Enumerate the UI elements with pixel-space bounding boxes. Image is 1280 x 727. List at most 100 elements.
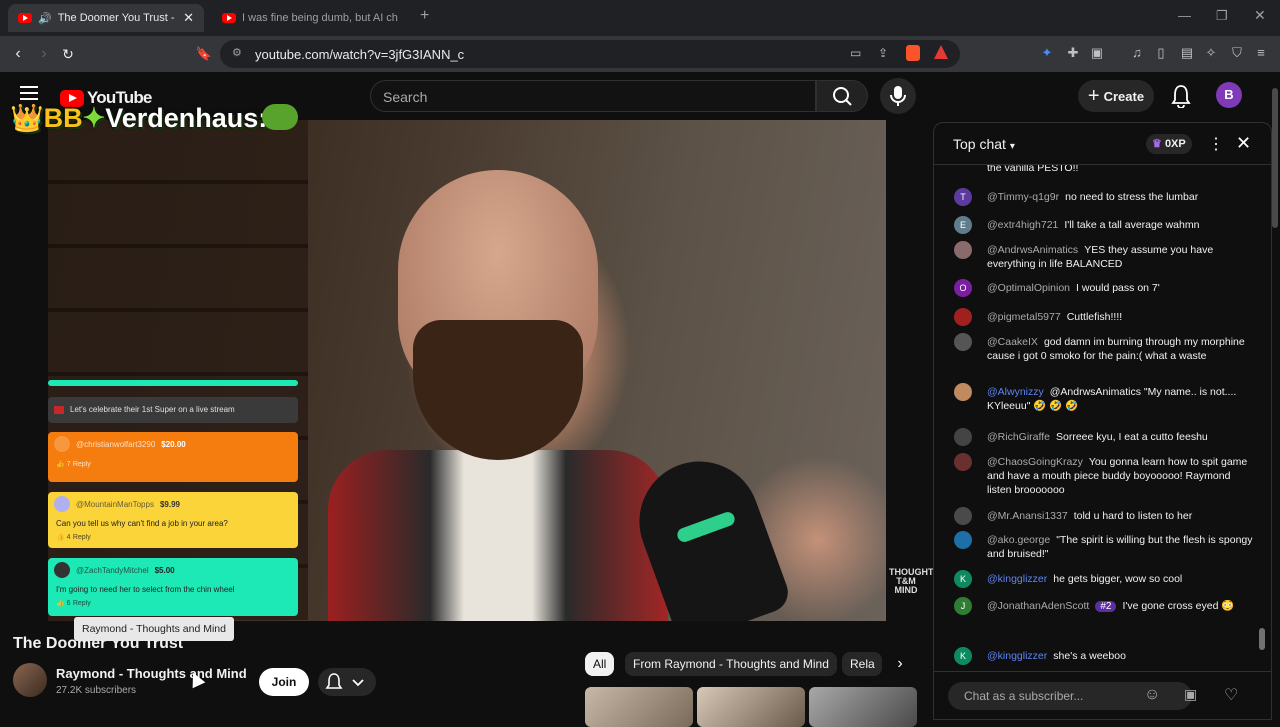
chip-all[interactable]: All (585, 652, 615, 676)
chat-author-name[interactable]: @AndrwsAnimatics (987, 244, 1078, 256)
search-input[interactable]: Search (370, 80, 816, 112)
forward-icon[interactable]: › (34, 44, 54, 64)
chat-message-list: the vanilla PESTO!! T @Timmy-q1g9r no need… (934, 165, 1271, 665)
new-tab-icon[interactable]: + (420, 8, 436, 24)
chat-scrollbar-thumb[interactable] (1259, 628, 1265, 650)
chat-author-avatar[interactable]: T (954, 188, 972, 206)
vpn-icon[interactable]: ✦ (1038, 44, 1056, 62)
chip-related[interactable]: Rela (842, 652, 882, 676)
chat-message-text: she's a weeboo (1053, 650, 1126, 662)
chevron-down-icon: ▾ (1009, 141, 1015, 152)
superchat-banner-text: Let's celebrate their 1st Super on a liv… (70, 405, 235, 414)
subscription-bell-button[interactable] (318, 668, 376, 696)
bookmark-icon[interactable]: 🔖 (194, 44, 214, 64)
channel-name[interactable]: Raymond - Thoughts and Mind (56, 666, 247, 681)
chat-author-name[interactable]: @JonathanAdenScott (987, 600, 1089, 612)
superchat-card: @christianwolfart3290 $20.00 👍 7 Reply (48, 432, 298, 482)
super-chat-icon[interactable]: ▣ (1184, 686, 1197, 703)
hamburger-menu-icon[interactable] (20, 86, 38, 100)
chat-author-name[interactable]: @RichGiraffe (987, 431, 1050, 443)
chat-author-avatar[interactable] (954, 308, 972, 326)
search-icon (833, 87, 852, 106)
youtube-favicon-icon (222, 13, 236, 23)
maximize-icon[interactable]: ❐ (1216, 8, 1228, 24)
chat-author-name[interactable]: @Timmy-q1g9r (987, 191, 1059, 203)
search-button[interactable] (816, 80, 868, 112)
chat-scrollbar[interactable] (1259, 171, 1265, 651)
chat-author-avatar[interactable]: J (954, 597, 972, 615)
browser-tab-inactive[interactable]: I was fine being dumb, but AI changed (212, 4, 408, 32)
channel-avatar[interactable] (13, 663, 47, 697)
bell-icon (325, 673, 343, 689)
voice-search-button[interactable] (880, 78, 916, 114)
chat-author-name[interactable]: @extr4high721 (987, 219, 1058, 231)
chat-author-avatar[interactable]: O (954, 279, 972, 297)
chat-author-avatar[interactable] (954, 507, 972, 525)
media-icon[interactable]: ♫ (1128, 44, 1146, 62)
extensions-icon[interactable]: ✚ (1064, 44, 1082, 62)
notifications-bell-icon[interactable] (1170, 84, 1192, 108)
window-close-icon[interactable]: ✕ (1254, 7, 1266, 24)
search-placeholder: Search (383, 89, 428, 105)
site-info-icon[interactable]: ⚙ (232, 46, 242, 59)
tab-title: The Doomer You Trust - YouTube (57, 12, 177, 24)
superchat-card: @MountainManTopps $9.99 Can you tell us … (48, 492, 298, 548)
address-bar[interactable]: ⚙ youtube.com/watch?v=3jfG3IANN_c ▭ ⇪ (220, 40, 960, 68)
chat-author-avatar[interactable]: K (954, 570, 972, 588)
chat-author-name[interactable]: @ako.george (987, 534, 1050, 546)
chat-author-avatar[interactable] (954, 453, 972, 471)
more-options-icon[interactable]: ⋮ (1208, 134, 1224, 154)
top-chat-dropdown[interactable]: Top chat ▾ (953, 136, 1015, 152)
chat-author-avatar[interactable] (954, 241, 972, 259)
browser-tab-active[interactable]: 🔊 The Doomer You Trust - YouTube ✕ (8, 4, 204, 32)
cast-icon[interactable]: ▭ (850, 46, 861, 60)
tab-title: I was fine being dumb, but AI changed (242, 12, 398, 24)
wallet-icon[interactable]: ▤ (1178, 44, 1196, 62)
chat-author-name[interactable]: @Mr.Anansi1337 (987, 510, 1068, 522)
chat-author-avatar[interactable]: E (954, 216, 972, 234)
chat-author-avatar[interactable] (954, 383, 972, 401)
chat-author-avatar[interactable] (954, 428, 972, 446)
close-chat-icon[interactable]: ✕ (1236, 133, 1251, 154)
emoji-icon[interactable]: ☺ (1144, 686, 1160, 704)
brave-rewards-icon[interactable] (934, 45, 948, 59)
chat-message-text: Sorreee kyu, I eat a cutto feeshu (1056, 431, 1208, 443)
chat-author-name[interactable]: @ChaosGoingKrazy (987, 456, 1083, 468)
chip-from-channel[interactable]: From Raymond - Thoughts and Mind (625, 652, 837, 676)
chevron-right-icon[interactable]: › (888, 652, 912, 676)
account-avatar[interactable]: B (1216, 82, 1242, 108)
related-video-thumbnail[interactable] (697, 687, 805, 727)
xp-badge[interactable]: ♛ 0XP (1146, 134, 1192, 154)
sidebar-icon[interactable]: ▯ (1152, 44, 1170, 62)
url-text[interactable]: youtube.com/watch?v=3jfG3IANN_c (255, 47, 464, 62)
reload-icon[interactable]: ↻ (58, 44, 78, 64)
heart-icon[interactable]: ♡ (1224, 685, 1238, 705)
chat-author-name[interactable]: @kingglizzer (987, 650, 1047, 662)
chat-author-avatar[interactable] (954, 531, 972, 549)
leo-icon[interactable]: ✧ (1202, 44, 1220, 62)
chevron-down-icon (352, 679, 364, 687)
chat-author-name[interactable]: @pigmetal5977 (987, 311, 1061, 323)
chat-author-name[interactable]: @CaakeIX (987, 336, 1038, 348)
chat-author-name[interactable]: @Alwynizzy (987, 386, 1044, 398)
create-button[interactable]: + Create (1078, 80, 1154, 112)
create-label: Create (1103, 88, 1145, 104)
superchat-reply: Reply (72, 534, 91, 541)
menu-icon[interactable]: ≡ (1252, 44, 1270, 62)
related-video-thumbnail[interactable] (585, 687, 693, 727)
tab-close-icon[interactable]: ✕ (183, 10, 194, 26)
related-video-thumbnail[interactable] (809, 687, 917, 727)
superchat-name: @christianwolfart3290 (76, 439, 156, 449)
chat-author-avatar[interactable]: K (954, 647, 972, 665)
back-icon[interactable]: ‹ (8, 44, 28, 64)
page-scrollbar-thumb[interactable] (1272, 88, 1278, 228)
brave-shield-icon[interactable] (906, 45, 920, 61)
shield-icon[interactable]: ⛉ (1228, 44, 1246, 62)
reader-icon[interactable]: ▣ (1088, 44, 1106, 62)
chat-author-avatar[interactable] (954, 333, 972, 351)
join-button[interactable]: Join (259, 668, 309, 696)
chat-author-name[interactable]: @OptimalOpinion (987, 282, 1070, 294)
share-icon[interactable]: ⇪ (878, 46, 888, 60)
minimize-icon[interactable]: — (1178, 8, 1191, 23)
chat-author-name[interactable]: @kingglizzer (987, 573, 1047, 585)
